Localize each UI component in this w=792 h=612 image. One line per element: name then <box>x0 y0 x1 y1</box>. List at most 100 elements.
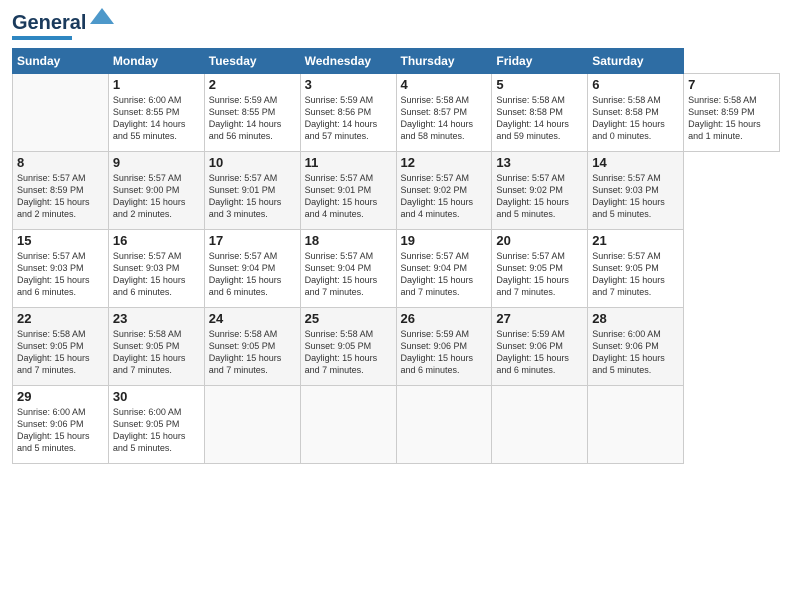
calendar-cell: 30Sunrise: 6:00 AM Sunset: 9:05 PM Dayli… <box>108 386 204 464</box>
calendar-week-row: 1 Sunrise: 6:00 AM Sunset: 8:55 PM Daylig… <box>13 74 780 152</box>
calendar-week-row: 22 Sunrise: 5:58 AM Sunset: 9:05 PM Dayli… <box>13 308 780 386</box>
day-number: 12 <box>401 155 488 170</box>
calendar-cell: 25 Sunrise: 5:58 AM Sunset: 9:05 PM Dayli… <box>300 308 396 386</box>
calendar-header-row: SundayMondayTuesdayWednesdayThursdayFrid… <box>13 49 780 74</box>
day-number: 23 <box>113 311 200 326</box>
calendar-cell: 22 Sunrise: 5:58 AM Sunset: 9:05 PM Dayli… <box>13 308 109 386</box>
day-number: 17 <box>209 233 296 248</box>
day-number: 19 <box>401 233 488 248</box>
day-number: 2 <box>209 77 296 92</box>
cell-content: Sunrise: 5:57 AM Sunset: 9:03 PM Dayligh… <box>113 250 200 299</box>
calendar-cell: 20Sunrise: 5:57 AM Sunset: 9:05 PM Dayli… <box>492 230 588 308</box>
day-number: 13 <box>496 155 583 170</box>
cell-content: Sunrise: 5:57 AM Sunset: 9:02 PM Dayligh… <box>401 172 488 221</box>
calendar-cell: 21Sunrise: 5:57 AM Sunset: 9:05 PM Dayli… <box>588 230 684 308</box>
day-number: 27 <box>496 311 583 326</box>
day-number: 16 <box>113 233 200 248</box>
calendar-cell: 18Sunrise: 5:57 AM Sunset: 9:04 PM Dayli… <box>300 230 396 308</box>
cell-content: Sunrise: 5:57 AM Sunset: 9:04 PM Dayligh… <box>305 250 392 299</box>
cell-content: Sunrise: 6:00 AM Sunset: 8:55 PM Dayligh… <box>113 94 200 143</box>
calendar-table: SundayMondayTuesdayWednesdayThursdayFrid… <box>12 48 780 464</box>
calendar-cell: 10 Sunrise: 5:57 AM Sunset: 9:01 PM Dayli… <box>204 152 300 230</box>
column-header-friday: Friday <box>492 49 588 74</box>
day-number: 7 <box>688 77 775 92</box>
cell-content: Sunrise: 5:58 AM Sunset: 8:58 PM Dayligh… <box>592 94 679 143</box>
column-header-monday: Monday <box>108 49 204 74</box>
cell-content: Sunrise: 5:57 AM Sunset: 9:01 PM Dayligh… <box>305 172 392 221</box>
cell-content: Sunrise: 5:57 AM Sunset: 8:59 PM Dayligh… <box>17 172 104 221</box>
cell-content: Sunrise: 5:57 AM Sunset: 9:01 PM Dayligh… <box>209 172 296 221</box>
calendar-cell <box>396 386 492 464</box>
logo-divider <box>12 36 72 40</box>
calendar-cell: 7 Sunrise: 5:58 AM Sunset: 8:59 PM Daylig… <box>684 74 780 152</box>
calendar-cell: 3 Sunrise: 5:59 AM Sunset: 8:56 PM Daylig… <box>300 74 396 152</box>
calendar-week-row: 29Sunrise: 6:00 AM Sunset: 9:06 PM Dayli… <box>13 386 780 464</box>
cell-content: Sunrise: 5:58 AM Sunset: 8:59 PM Dayligh… <box>688 94 775 143</box>
logo: General <box>12 12 116 40</box>
calendar-cell: 5 Sunrise: 5:58 AM Sunset: 8:58 PM Daylig… <box>492 74 588 152</box>
page-header: General <box>12 12 780 40</box>
calendar-cell: 28 Sunrise: 6:00 AM Sunset: 9:06 PM Dayli… <box>588 308 684 386</box>
day-number: 25 <box>305 311 392 326</box>
cell-content: Sunrise: 5:57 AM Sunset: 9:02 PM Dayligh… <box>496 172 583 221</box>
calendar-cell: 26 Sunrise: 5:59 AM Sunset: 9:06 PM Dayli… <box>396 308 492 386</box>
cell-content: Sunrise: 5:57 AM Sunset: 9:04 PM Dayligh… <box>209 250 296 299</box>
calendar-cell: 29Sunrise: 6:00 AM Sunset: 9:06 PM Dayli… <box>13 386 109 464</box>
column-header-wednesday: Wednesday <box>300 49 396 74</box>
calendar-cell: 16 Sunrise: 5:57 AM Sunset: 9:03 PM Dayli… <box>108 230 204 308</box>
calendar-cell <box>588 386 684 464</box>
calendar-week-row: 15 Sunrise: 5:57 AM Sunset: 9:03 PM Dayli… <box>13 230 780 308</box>
day-number: 21 <box>592 233 679 248</box>
day-number: 1 <box>113 77 200 92</box>
day-number: 5 <box>496 77 583 92</box>
calendar-cell <box>13 74 109 152</box>
cell-content: Sunrise: 5:58 AM Sunset: 9:05 PM Dayligh… <box>209 328 296 377</box>
calendar-cell: 6Sunrise: 5:58 AM Sunset: 8:58 PM Daylig… <box>588 74 684 152</box>
cell-content: Sunrise: 5:58 AM Sunset: 9:05 PM Dayligh… <box>17 328 104 377</box>
logo-icon <box>88 4 116 32</box>
calendar-cell: 27 Sunrise: 5:59 AM Sunset: 9:06 PM Dayli… <box>492 308 588 386</box>
calendar-cell <box>300 386 396 464</box>
calendar-cell: 8 Sunrise: 5:57 AM Sunset: 8:59 PM Daylig… <box>13 152 109 230</box>
day-number: 24 <box>209 311 296 326</box>
cell-content: Sunrise: 6:00 AM Sunset: 9:06 PM Dayligh… <box>592 328 679 377</box>
cell-content: Sunrise: 5:57 AM Sunset: 9:03 PM Dayligh… <box>17 250 104 299</box>
day-number: 14 <box>592 155 679 170</box>
day-number: 8 <box>17 155 104 170</box>
cell-content: Sunrise: 5:59 AM Sunset: 8:55 PM Dayligh… <box>209 94 296 143</box>
day-number: 3 <box>305 77 392 92</box>
calendar-cell: 11Sunrise: 5:57 AM Sunset: 9:01 PM Dayli… <box>300 152 396 230</box>
calendar-cell: 14 Sunrise: 5:57 AM Sunset: 9:03 PM Dayli… <box>588 152 684 230</box>
day-number: 10 <box>209 155 296 170</box>
day-number: 22 <box>17 311 104 326</box>
calendar-cell: 4Sunrise: 5:58 AM Sunset: 8:57 PM Daylig… <box>396 74 492 152</box>
day-number: 9 <box>113 155 200 170</box>
cell-content: Sunrise: 5:59 AM Sunset: 9:06 PM Dayligh… <box>401 328 488 377</box>
cell-content: Sunrise: 5:57 AM Sunset: 9:04 PM Dayligh… <box>401 250 488 299</box>
cell-content: Sunrise: 5:59 AM Sunset: 9:06 PM Dayligh… <box>496 328 583 377</box>
calendar-cell: 23Sunrise: 5:58 AM Sunset: 9:05 PM Dayli… <box>108 308 204 386</box>
calendar-cell <box>204 386 300 464</box>
calendar-cell: 9 Sunrise: 5:57 AM Sunset: 9:00 PM Daylig… <box>108 152 204 230</box>
column-header-saturday: Saturday <box>588 49 684 74</box>
calendar-cell: 15 Sunrise: 5:57 AM Sunset: 9:03 PM Dayli… <box>13 230 109 308</box>
day-number: 15 <box>17 233 104 248</box>
column-header-thursday: Thursday <box>396 49 492 74</box>
cell-content: Sunrise: 5:58 AM Sunset: 8:57 PM Dayligh… <box>401 94 488 143</box>
logo-text: General <box>12 12 86 34</box>
calendar-cell: 24 Sunrise: 5:58 AM Sunset: 9:05 PM Dayli… <box>204 308 300 386</box>
cell-content: Sunrise: 5:57 AM Sunset: 9:05 PM Dayligh… <box>496 250 583 299</box>
column-header-sunday: Sunday <box>13 49 109 74</box>
cell-content: Sunrise: 6:00 AM Sunset: 9:06 PM Dayligh… <box>17 406 104 455</box>
cell-content: Sunrise: 5:59 AM Sunset: 8:56 PM Dayligh… <box>305 94 392 143</box>
calendar-cell: 17 Sunrise: 5:57 AM Sunset: 9:04 PM Dayli… <box>204 230 300 308</box>
day-number: 28 <box>592 311 679 326</box>
cell-content: Sunrise: 5:57 AM Sunset: 9:03 PM Dayligh… <box>592 172 679 221</box>
cell-content: Sunrise: 5:58 AM Sunset: 8:58 PM Dayligh… <box>496 94 583 143</box>
day-number: 30 <box>113 389 200 404</box>
calendar-cell: 19 Sunrise: 5:57 AM Sunset: 9:04 PM Dayli… <box>396 230 492 308</box>
cell-content: Sunrise: 5:58 AM Sunset: 9:05 PM Dayligh… <box>305 328 392 377</box>
cell-content: Sunrise: 5:57 AM Sunset: 9:00 PM Dayligh… <box>113 172 200 221</box>
calendar-cell: 1 Sunrise: 6:00 AM Sunset: 8:55 PM Daylig… <box>108 74 204 152</box>
day-number: 26 <box>401 311 488 326</box>
